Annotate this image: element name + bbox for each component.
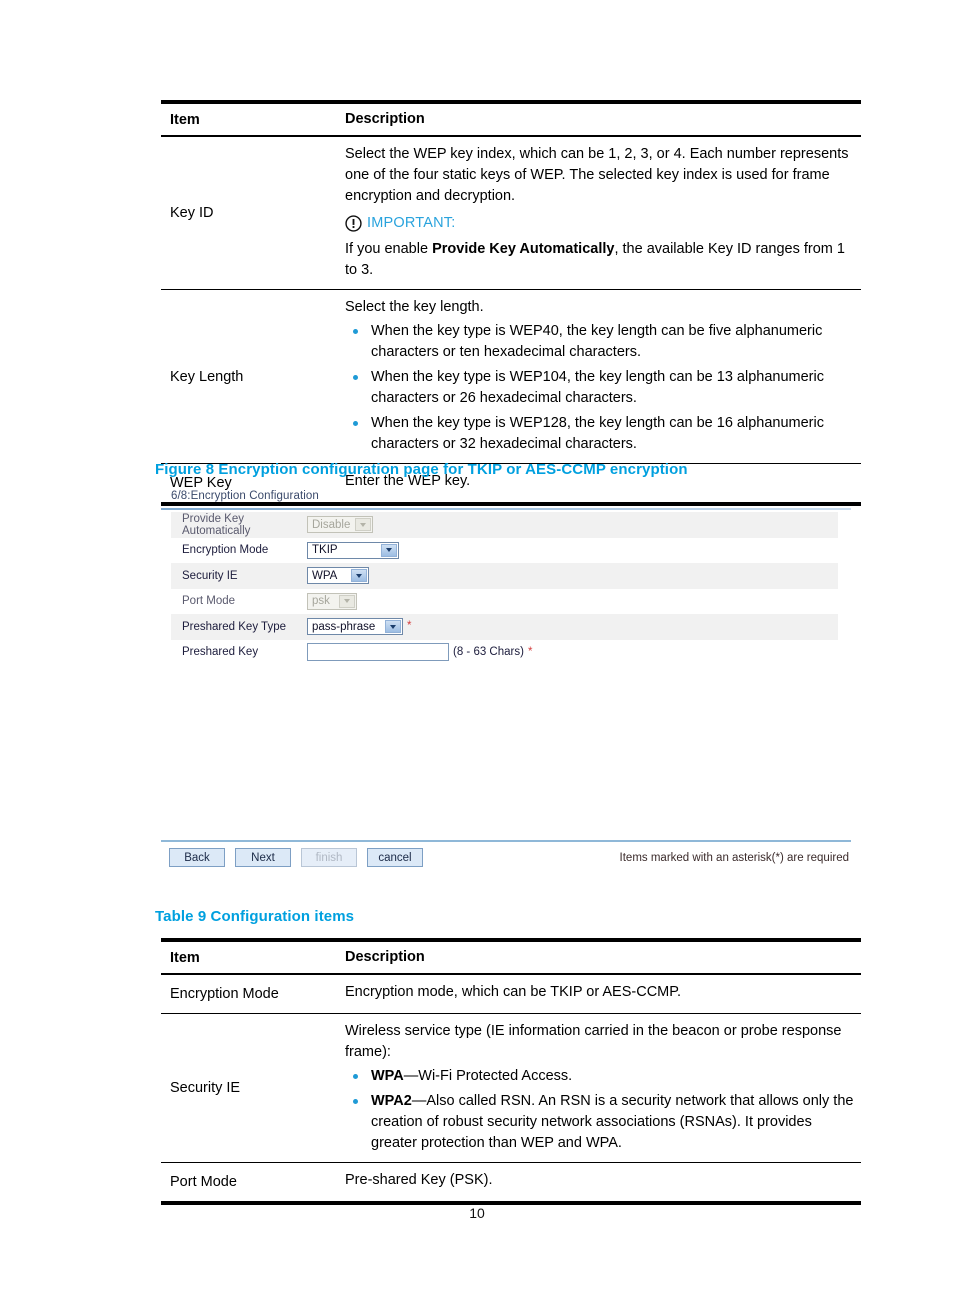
description-paragraph: Encryption mode, which can be TKIP or AE… [345,984,682,1001]
select-value: Disable [312,518,351,531]
table-row: Security IE Wireless service type (IE in… [161,1014,861,1162]
select-value: pass-phrase [312,620,376,633]
control-group: TKIP [307,541,399,559]
important-icon [345,215,362,232]
table-header-row: Item Description [161,104,861,135]
figure-8-screenshot: 6/8:Encryption Configuration Provide Key… [161,488,851,878]
chevron-down-icon [339,594,355,608]
row-item-label: Port Mode [170,1174,237,1191]
select-value: psk [312,595,330,608]
table-8-configuration-items: Item Description Key ID Select the WEP k… [161,100,861,507]
finish-button: finish [301,848,357,867]
next-button[interactable]: Next [235,848,291,867]
control-group: (8 - 63 Chars) * [307,643,533,662]
chevron-down-icon[interactable] [351,569,367,583]
list-item-text: —Wi-Fi Protected Access. [403,1068,573,1085]
list-item: When the key type is WEP128, the key len… [345,413,859,455]
form-row-encryption-mode: Encryption Mode TKIP [171,538,838,564]
required-fields-note: Items marked with an asterisk(*) are req… [619,851,849,864]
label-security-ie: Security IE [182,569,238,582]
encryption-mode-select[interactable]: TKIP [307,541,399,559]
control-group: psk [307,592,357,610]
form-row-preshared-key: Preshared Key (8 - 63 Chars) * [171,640,838,666]
row-item-label: Encryption Mode [170,986,279,1003]
list-item: WPA—Wi-Fi Protected Access. [345,1066,859,1087]
column-header-description: Description [345,949,425,965]
description-bullet-list: WPA—Wi-Fi Protected Access. WPA2—Also ca… [345,1066,859,1154]
row-description: Wireless service type (IE information ca… [337,1014,861,1162]
row-description: Select the key length. When the key type… [337,290,861,463]
chevron-down-icon[interactable] [385,620,401,634]
chevron-down-icon [355,518,371,532]
label-port-mode: Port Mode [182,595,236,608]
label-preshared-key-type: Preshared Key Type [182,620,286,633]
wizard-title-divider [161,508,851,510]
wizard-button-bar: Back Next finish cancel Items marked wit… [169,848,851,867]
row-item-label: Security IE [170,1080,241,1097]
description-paragraph: Wireless service type (IE information ca… [345,1023,842,1061]
select-value: WPA [312,569,338,582]
row-item-label: Key Length [170,368,244,385]
form-row-provide-key-automatically: Provide Key Automatically Disable [171,512,838,538]
figure-8-caption: Figure 8 Encryption configuration page f… [155,461,688,478]
chevron-down-icon[interactable] [381,543,397,557]
row-description: Encryption mode, which can be TKIP or AE… [337,975,861,1013]
description-paragraph: Select the WEP key index, which can be 1… [345,146,849,205]
button-bar-divider [161,840,851,842]
list-item-term: WPA [371,1068,404,1085]
table-header-row: Item Description [161,942,861,973]
cancel-button[interactable]: cancel [367,848,423,867]
wizard-step-title: 6/8:Encryption Configuration [171,490,319,502]
select-value: TKIP [312,544,338,557]
description-bullet-list: When the key type is WEP40, the key leng… [345,321,859,455]
important-note-prefix: If you enable [345,241,433,258]
required-asterisk: * [407,620,412,632]
table-row: Key Length Select the key length. When t… [161,290,861,463]
label-encryption-mode: Encryption Mode [182,544,269,557]
list-item-text: —Also called RSN. An RSN is a security n… [371,1093,854,1152]
column-header-item: Item [170,949,200,966]
table-9-caption: Table 9 Configuration items [155,908,355,925]
column-header-description: Description [345,111,425,127]
provide-key-automatically-select: Disable [307,516,373,534]
security-ie-select[interactable]: WPA [307,567,369,585]
label-provide-key-automatically: Provide Key Automatically [182,512,251,537]
list-item: When the key type is WEP104, the key len… [345,367,859,409]
description-paragraph: Select the key length. [345,299,484,316]
page-number: 10 [469,1205,485,1221]
control-group: pass-phrase * [307,618,412,636]
list-item: When the key type is WEP40, the key leng… [345,321,859,363]
port-mode-select: psk [307,592,357,610]
back-button[interactable]: Back [169,848,225,867]
description-paragraph: Pre-shared Key (PSK). [345,1172,493,1189]
control-group: WPA [307,567,369,585]
control-group: Disable [307,516,373,534]
list-item-term: WPA2 [371,1093,412,1110]
preshared-key-input[interactable] [307,643,449,662]
row-item-label: Key ID [170,205,214,222]
required-asterisk: * [527,645,533,658]
form-row-security-ie: Security IE WPA [171,563,838,589]
preshared-key-type-select[interactable]: pass-phrase [307,618,403,636]
important-note-bold: Provide Key Automatically [432,241,615,258]
table-9-configuration-items: Item Description Encryption Mode Encrypt… [161,938,861,1206]
table-row: Encryption Mode Encryption mode, which c… [161,975,861,1013]
encryption-configuration-form: Provide Key Automatically Disable Encryp… [171,512,838,665]
row-description: Pre-shared Key (PSK). [337,1163,861,1201]
preshared-key-hint: (8 - 63 Chars) [453,646,524,659]
document-page: Item Description Key ID Select the WEP k… [0,0,954,1296]
important-note: If you enable Provide Key Automatically,… [345,239,859,281]
important-notice: IMPORTANT: [345,213,859,234]
table-row: Key ID Select the WEP key index, which c… [161,137,861,289]
form-row-port-mode: Port Mode psk [171,589,838,615]
label-preshared-key: Preshared Key [182,646,259,659]
form-row-preshared-key-type: Preshared Key Type pass-phrase * [171,614,838,640]
important-label: IMPORTANT: [367,215,456,232]
table-row: Port Mode Pre-shared Key (PSK). [161,1163,861,1201]
column-header-item: Item [170,111,200,128]
list-item: WPA2—Also called RSN. An RSN is a securi… [345,1091,859,1154]
row-description: Select the WEP key index, which can be 1… [337,137,861,289]
